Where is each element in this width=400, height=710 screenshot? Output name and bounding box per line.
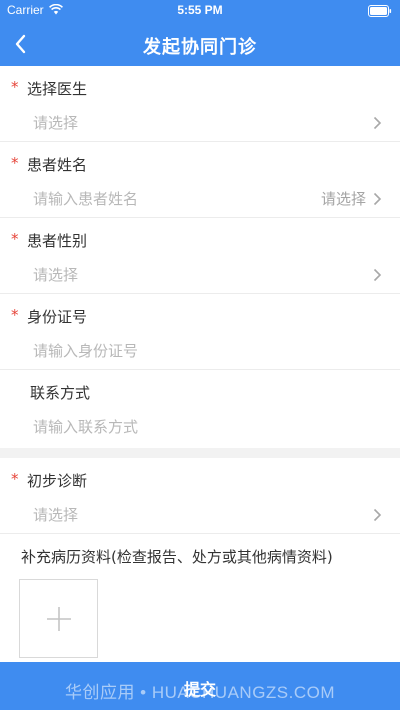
required-mark: * bbox=[11, 78, 19, 96]
field-id-number: * 身份证号 请输入身份证号 bbox=[0, 294, 400, 370]
field-patient-name: * 患者姓名 请输入患者姓名 请选择 bbox=[0, 142, 400, 218]
plus-icon bbox=[47, 607, 71, 631]
status-time: 5:55 PM bbox=[177, 3, 223, 17]
doctor-select[interactable]: 请选择 bbox=[33, 112, 78, 133]
field-diagnosis[interactable]: * 初步诊断 请选择 bbox=[0, 458, 400, 534]
required-mark: * bbox=[11, 470, 19, 488]
field-label-diagnosis: 初步诊断 bbox=[27, 472, 88, 490]
nav-bar: 发起协同门诊 bbox=[0, 22, 400, 66]
patient-select-link[interactable]: 请选择 bbox=[321, 188, 366, 209]
watermark: 华创应用 • HUACHUANGZS.COM bbox=[64, 683, 336, 702]
id-number-input[interactable]: 请输入身份证号 bbox=[33, 340, 138, 361]
supplement-label: 补充病历资料(检查报告、处方或其他病情资料) bbox=[21, 548, 333, 566]
chevron-right-icon[interactable] bbox=[373, 192, 382, 206]
section-divider bbox=[0, 448, 400, 458]
battery-icon bbox=[368, 5, 392, 20]
form: * 选择医生 请选择 * 患者姓名 请输入患者姓名 请选择 * 患者性别 请选择… bbox=[0, 66, 400, 658]
field-doctor[interactable]: * 选择医生 请选择 bbox=[0, 66, 400, 142]
chevron-right-icon bbox=[373, 116, 382, 130]
required-mark: * bbox=[11, 154, 19, 172]
field-gender[interactable]: * 患者性别 请选择 bbox=[0, 218, 400, 294]
patient-name-input[interactable]: 请输入患者姓名 bbox=[33, 188, 138, 209]
diagnosis-select[interactable]: 请选择 bbox=[33, 504, 78, 525]
status-bar: Carrier 5:55 PM bbox=[0, 0, 400, 22]
field-label-gender: 患者性别 bbox=[27, 232, 88, 250]
contact-input[interactable]: 请输入联系方式 bbox=[33, 416, 138, 437]
field-label-id-number: 身份证号 bbox=[27, 308, 88, 326]
upload-button[interactable] bbox=[19, 579, 98, 658]
field-label-patient-name: 患者姓名 bbox=[27, 156, 88, 174]
required-mark: * bbox=[11, 230, 19, 248]
field-contact: 联系方式 请输入联系方式 bbox=[0, 370, 400, 448]
gender-select[interactable]: 请选择 bbox=[33, 264, 78, 285]
field-label-contact: 联系方式 bbox=[30, 384, 91, 402]
chevron-right-icon bbox=[373, 508, 382, 522]
page-title: 发起协同门诊 bbox=[143, 37, 257, 58]
required-mark: * bbox=[11, 306, 19, 324]
supplement-section: 补充病历资料(检查报告、处方或其他病情资料) bbox=[0, 534, 400, 658]
chevron-right-icon bbox=[373, 268, 382, 282]
field-label-doctor: 选择医生 bbox=[27, 80, 88, 98]
